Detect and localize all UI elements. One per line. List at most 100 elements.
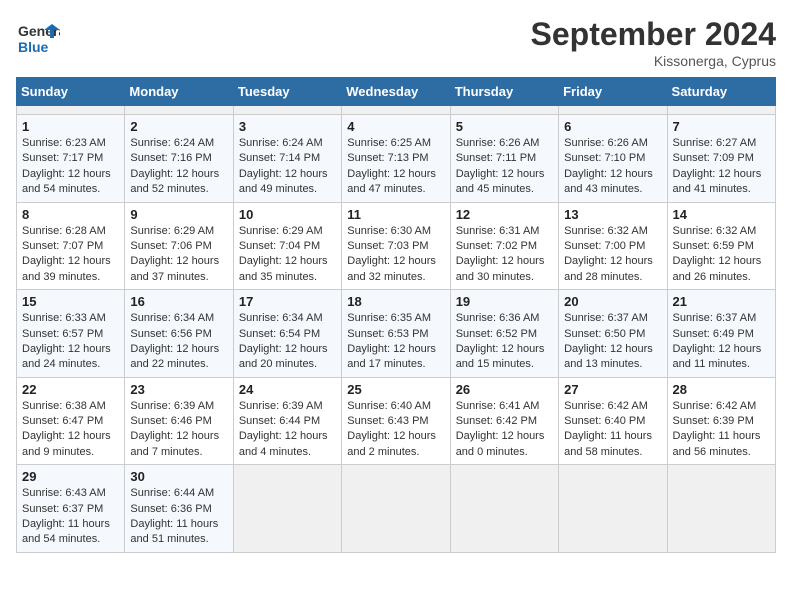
day-info: Sunrise: 6:32 AMSunset: 6:59 PMDaylight:…	[673, 224, 770, 286]
col-tuesday: Tuesday	[233, 78, 341, 106]
day-number: 26	[456, 382, 553, 397]
table-row: 14 Sunrise: 6:32 AMSunset: 6:59 PMDaylig…	[667, 202, 775, 290]
table-row: 8 Sunrise: 6:28 AMSunset: 7:07 PMDayligh…	[17, 202, 125, 290]
table-row: 25 Sunrise: 6:40 AMSunset: 6:43 PMDaylig…	[342, 377, 450, 465]
table-row: 6 Sunrise: 6:26 AMSunset: 7:10 PMDayligh…	[559, 115, 667, 203]
day-number: 8	[22, 207, 119, 222]
table-row	[342, 106, 450, 115]
table-row	[667, 465, 775, 553]
table-row: 13 Sunrise: 6:32 AMSunset: 7:00 PMDaylig…	[559, 202, 667, 290]
day-info: Sunrise: 6:27 AMSunset: 7:09 PMDaylight:…	[673, 136, 770, 198]
calendar-week-row: 22 Sunrise: 6:38 AMSunset: 6:47 PMDaylig…	[17, 377, 776, 465]
day-info: Sunrise: 6:34 AMSunset: 6:54 PMDaylight:…	[239, 311, 336, 373]
day-info: Sunrise: 6:39 AMSunset: 6:46 PMDaylight:…	[130, 399, 227, 461]
col-monday: Monday	[125, 78, 233, 106]
day-number: 11	[347, 207, 444, 222]
day-number: 1	[22, 119, 119, 134]
day-number: 2	[130, 119, 227, 134]
table-row: 15 Sunrise: 6:33 AMSunset: 6:57 PMDaylig…	[17, 290, 125, 378]
day-info: Sunrise: 6:29 AMSunset: 7:06 PMDaylight:…	[130, 224, 227, 286]
day-number: 4	[347, 119, 444, 134]
table-row: 10 Sunrise: 6:29 AMSunset: 7:04 PMDaylig…	[233, 202, 341, 290]
day-number: 29	[22, 469, 119, 484]
table-row: 7 Sunrise: 6:27 AMSunset: 7:09 PMDayligh…	[667, 115, 775, 203]
table-row: 28 Sunrise: 6:42 AMSunset: 6:39 PMDaylig…	[667, 377, 775, 465]
logo: General Blue	[16, 16, 60, 60]
day-number: 3	[239, 119, 336, 134]
table-row: 30 Sunrise: 6:44 AMSunset: 6:36 PMDaylig…	[125, 465, 233, 553]
day-number: 24	[239, 382, 336, 397]
day-info: Sunrise: 6:26 AMSunset: 7:11 PMDaylight:…	[456, 136, 553, 198]
day-info: Sunrise: 6:37 AMSunset: 6:50 PMDaylight:…	[564, 311, 661, 373]
day-number: 28	[673, 382, 770, 397]
day-number: 23	[130, 382, 227, 397]
day-number: 7	[673, 119, 770, 134]
page-header: General Blue September 2024 Kissonerga, …	[16, 16, 776, 69]
table-row: 3 Sunrise: 6:24 AMSunset: 7:14 PMDayligh…	[233, 115, 341, 203]
table-row: 18 Sunrise: 6:35 AMSunset: 6:53 PMDaylig…	[342, 290, 450, 378]
day-number: 20	[564, 294, 661, 309]
table-row	[342, 465, 450, 553]
table-row: 9 Sunrise: 6:29 AMSunset: 7:06 PMDayligh…	[125, 202, 233, 290]
day-info: Sunrise: 6:32 AMSunset: 7:00 PMDaylight:…	[564, 224, 661, 286]
table-row: 23 Sunrise: 6:39 AMSunset: 6:46 PMDaylig…	[125, 377, 233, 465]
day-info: Sunrise: 6:34 AMSunset: 6:56 PMDaylight:…	[130, 311, 227, 373]
day-info: Sunrise: 6:35 AMSunset: 6:53 PMDaylight:…	[347, 311, 444, 373]
day-info: Sunrise: 6:33 AMSunset: 6:57 PMDaylight:…	[22, 311, 119, 373]
day-number: 12	[456, 207, 553, 222]
day-info: Sunrise: 6:24 AMSunset: 7:16 PMDaylight:…	[130, 136, 227, 198]
calendar-week-row: 29 Sunrise: 6:43 AMSunset: 6:37 PMDaylig…	[17, 465, 776, 553]
col-friday: Friday	[559, 78, 667, 106]
calendar-week-row: 15 Sunrise: 6:33 AMSunset: 6:57 PMDaylig…	[17, 290, 776, 378]
svg-text:Blue: Blue	[18, 39, 49, 55]
col-wednesday: Wednesday	[342, 78, 450, 106]
day-number: 5	[456, 119, 553, 134]
day-info: Sunrise: 6:29 AMSunset: 7:04 PMDaylight:…	[239, 224, 336, 286]
day-number: 13	[564, 207, 661, 222]
table-row	[450, 106, 558, 115]
day-info: Sunrise: 6:38 AMSunset: 6:47 PMDaylight:…	[22, 399, 119, 461]
day-number: 16	[130, 294, 227, 309]
day-number: 17	[239, 294, 336, 309]
day-info: Sunrise: 6:23 AMSunset: 7:17 PMDaylight:…	[22, 136, 119, 198]
table-row: 11 Sunrise: 6:30 AMSunset: 7:03 PMDaylig…	[342, 202, 450, 290]
table-row	[125, 106, 233, 115]
day-info: Sunrise: 6:42 AMSunset: 6:40 PMDaylight:…	[564, 399, 661, 461]
calendar-table: Sunday Monday Tuesday Wednesday Thursday…	[16, 77, 776, 553]
day-info: Sunrise: 6:44 AMSunset: 6:36 PMDaylight:…	[130, 486, 227, 548]
table-row	[450, 465, 558, 553]
day-number: 15	[22, 294, 119, 309]
table-row: 5 Sunrise: 6:26 AMSunset: 7:11 PMDayligh…	[450, 115, 558, 203]
day-info: Sunrise: 6:25 AMSunset: 7:13 PMDaylight:…	[347, 136, 444, 198]
day-number: 6	[564, 119, 661, 134]
day-info: Sunrise: 6:40 AMSunset: 6:43 PMDaylight:…	[347, 399, 444, 461]
table-row: 20 Sunrise: 6:37 AMSunset: 6:50 PMDaylig…	[559, 290, 667, 378]
day-info: Sunrise: 6:30 AMSunset: 7:03 PMDaylight:…	[347, 224, 444, 286]
table-row: 27 Sunrise: 6:42 AMSunset: 6:40 PMDaylig…	[559, 377, 667, 465]
table-row: 19 Sunrise: 6:36 AMSunset: 6:52 PMDaylig…	[450, 290, 558, 378]
day-number: 22	[22, 382, 119, 397]
day-number: 19	[456, 294, 553, 309]
calendar-week-row: 8 Sunrise: 6:28 AMSunset: 7:07 PMDayligh…	[17, 202, 776, 290]
day-info: Sunrise: 6:28 AMSunset: 7:07 PMDaylight:…	[22, 224, 119, 286]
table-row: 24 Sunrise: 6:39 AMSunset: 6:44 PMDaylig…	[233, 377, 341, 465]
logo-icon: General Blue	[16, 16, 60, 60]
table-row: 26 Sunrise: 6:41 AMSunset: 6:42 PMDaylig…	[450, 377, 558, 465]
table-row	[233, 106, 341, 115]
day-info: Sunrise: 6:37 AMSunset: 6:49 PMDaylight:…	[673, 311, 770, 373]
table-row: 16 Sunrise: 6:34 AMSunset: 6:56 PMDaylig…	[125, 290, 233, 378]
col-thursday: Thursday	[450, 78, 558, 106]
day-info: Sunrise: 6:41 AMSunset: 6:42 PMDaylight:…	[456, 399, 553, 461]
col-sunday: Sunday	[17, 78, 125, 106]
table-row: 12 Sunrise: 6:31 AMSunset: 7:02 PMDaylig…	[450, 202, 558, 290]
calendar-week-row	[17, 106, 776, 115]
table-row: 4 Sunrise: 6:25 AMSunset: 7:13 PMDayligh…	[342, 115, 450, 203]
day-number: 18	[347, 294, 444, 309]
table-row: 1 Sunrise: 6:23 AMSunset: 7:17 PMDayligh…	[17, 115, 125, 203]
table-row: 29 Sunrise: 6:43 AMSunset: 6:37 PMDaylig…	[17, 465, 125, 553]
table-row	[17, 106, 125, 115]
day-number: 27	[564, 382, 661, 397]
table-row: 2 Sunrise: 6:24 AMSunset: 7:16 PMDayligh…	[125, 115, 233, 203]
table-row	[667, 106, 775, 115]
table-row	[559, 106, 667, 115]
